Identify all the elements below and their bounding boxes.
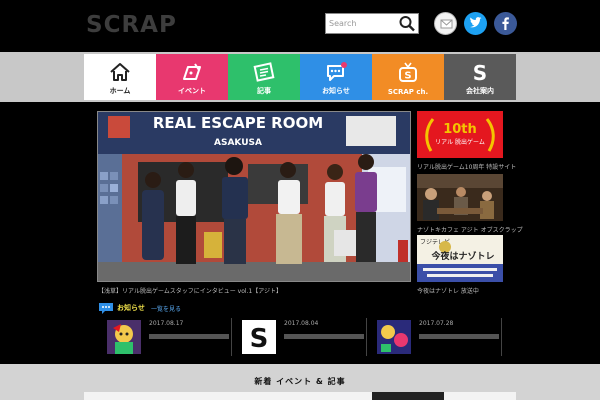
nav-label-home: ホーム bbox=[109, 87, 131, 95]
twitter-button[interactable] bbox=[464, 12, 487, 35]
news-thumbnail: S bbox=[242, 320, 276, 354]
speech-bubble-icon bbox=[99, 303, 113, 314]
anime-character-thumbnail bbox=[107, 320, 141, 354]
banner1-small-text: リアル 脱出ゲーム bbox=[435, 138, 485, 146]
latest-section-title: 新着 イベント & 記事 bbox=[254, 377, 346, 386]
s-logo-thumbnail: S bbox=[242, 320, 276, 354]
svg-text:S: S bbox=[250, 324, 269, 354]
banner-nazotore[interactable]: フジテレビ 今夜はナゾトレ bbox=[417, 235, 503, 282]
page-root: SCRAP Search ホーム イベント 記事 お知らせ S SCRAP ch… bbox=[0, 0, 600, 400]
news-title bbox=[149, 334, 229, 339]
channel-s-icon: S bbox=[399, 62, 417, 82]
nav-label-article: 記事 bbox=[257, 87, 271, 95]
nav-label-channel: SCRAP ch. bbox=[387, 88, 429, 96]
banner-10th-anniversary[interactable]: 10th リアル 脱出ゲーム bbox=[417, 111, 503, 158]
banner2-caption[interactable]: ナゾトキカフェ アジト オブスクラップ bbox=[417, 225, 523, 234]
home-icon bbox=[110, 63, 130, 81]
nav-label-news: お知らせ bbox=[322, 87, 350, 95]
news-heading-label: お知らせ bbox=[117, 304, 145, 312]
banner1-big-text: 10th bbox=[443, 122, 477, 137]
news-heading: お知らせ 一覧を見る bbox=[98, 302, 218, 314]
latest-tabs[interactable] bbox=[84, 392, 516, 400]
news-thumbnail bbox=[377, 320, 411, 354]
ticket-icon bbox=[183, 63, 201, 80]
nav-item-home[interactable]: ホーム bbox=[84, 54, 156, 100]
mail-icon bbox=[440, 19, 453, 29]
search-icon bbox=[399, 16, 415, 32]
search-button[interactable] bbox=[398, 15, 416, 32]
site-logo[interactable]: SCRAP bbox=[86, 12, 177, 38]
s-letter-icon: S bbox=[473, 61, 487, 83]
newspaper-icon bbox=[253, 62, 275, 82]
facebook-icon bbox=[502, 17, 509, 30]
news-date: 2017.08.17 bbox=[149, 320, 184, 327]
news-date: 2017.07.28 bbox=[419, 320, 454, 327]
news-title bbox=[419, 334, 499, 339]
svg-text:S: S bbox=[473, 61, 487, 83]
mail-button[interactable] bbox=[434, 12, 457, 35]
banner-nazotore-graphic: フジテレビ 今夜はナゾトレ bbox=[417, 235, 503, 282]
news-title bbox=[284, 334, 364, 339]
news-item[interactable]: S 2017.08.04 bbox=[232, 318, 367, 358]
nav-item-event[interactable]: イベント bbox=[156, 54, 228, 100]
news-item[interactable]: 2017.07.28 bbox=[367, 318, 502, 358]
news-thumbnail bbox=[107, 320, 141, 354]
banner3-caption[interactable]: 今夜はナゾトレ 放送中 bbox=[417, 286, 479, 295]
nav-item-channel[interactable]: S SCRAP ch. bbox=[372, 54, 444, 100]
nav-label-event: イベント bbox=[178, 87, 206, 95]
banner3-title-text: 今夜はナゾトレ bbox=[430, 250, 494, 262]
hero-sign-title: REAL ESCAPE ROOM bbox=[153, 114, 323, 132]
comic-art-thumbnail bbox=[377, 320, 411, 354]
hero-photo-illustration: REAL ESCAPE ROOM ASAKUSA bbox=[98, 112, 410, 281]
nav-item-article[interactable]: 記事 bbox=[228, 54, 300, 100]
site-header: SCRAP bbox=[0, 0, 600, 52]
nav-label-company: 会社案内 bbox=[466, 87, 494, 95]
latest-tab-active[interactable] bbox=[372, 392, 444, 400]
svg-text:S: S bbox=[404, 71, 411, 82]
news-divider bbox=[501, 318, 502, 356]
hero-sign-subtitle: ASAKUSA bbox=[214, 138, 262, 148]
hero-caption[interactable]: 【浅草】リアル脱出ゲームスタッフにインタビュー vol.1【アジト】 bbox=[98, 286, 282, 295]
search-input[interactable] bbox=[326, 14, 400, 33]
banner-cafe-photo[interactable] bbox=[417, 174, 503, 221]
news-more-link[interactable]: 一覧を見る bbox=[151, 304, 181, 313]
twitter-icon bbox=[470, 17, 482, 28]
search-box bbox=[325, 13, 419, 34]
banner-10th-graphic: 10th リアル 脱出ゲーム bbox=[417, 111, 503, 158]
news-date: 2017.08.04 bbox=[284, 320, 319, 327]
speech-bubble-icon bbox=[327, 62, 347, 81]
news-item[interactable]: 2017.08.17 bbox=[97, 318, 232, 358]
banner1-caption[interactable]: リアル脱出ゲーム10周年 特設サイト bbox=[417, 162, 516, 171]
banner-cafe-graphic bbox=[417, 174, 503, 221]
nav-item-company[interactable]: S 会社案内 bbox=[444, 54, 516, 100]
hero-photo[interactable]: REAL ESCAPE ROOM ASAKUSA bbox=[97, 111, 411, 282]
nav-item-news[interactable]: お知らせ bbox=[300, 54, 372, 100]
facebook-button[interactable] bbox=[494, 12, 517, 35]
